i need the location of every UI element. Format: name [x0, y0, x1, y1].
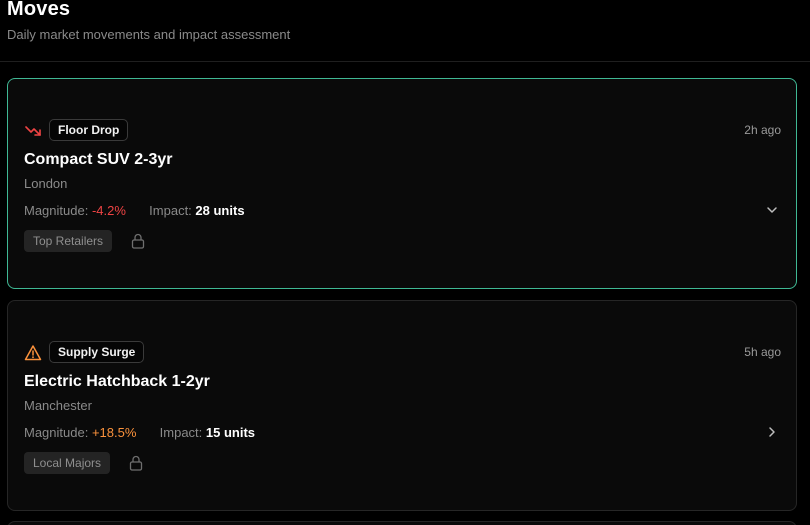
impact-label: Impact:	[149, 203, 192, 218]
move-timestamp: 2h ago	[744, 123, 781, 137]
magnitude-value: +18.5%	[91, 425, 137, 440]
magnitude-value: -4.2%	[91, 203, 126, 218]
move-location: Manchester	[24, 398, 92, 413]
warning-triangle-icon	[24, 345, 42, 361]
lock-icon	[129, 455, 143, 471]
impact-value: 15 units	[205, 425, 256, 440]
move-timestamp: 5h ago	[744, 345, 781, 359]
move-location: London	[24, 176, 68, 191]
move-card[interactable]: Floor Drop 2h ago Compact SUV 2-3yr Lond…	[7, 78, 797, 289]
move-segment-name: Compact SUV 2-3yr	[24, 151, 173, 168]
retailer-tag: Top Retailers	[24, 230, 113, 252]
chevron-down-icon[interactable]	[765, 203, 779, 217]
page-subtitle: Daily market movements and impact assess…	[7, 27, 291, 42]
move-type-badge: Floor Drop	[49, 119, 129, 141]
move-type-badge: Supply Surge	[49, 341, 145, 363]
move-card[interactable]	[7, 521, 797, 525]
move-metrics: Magnitude: -4.2% Impact: 28 units	[24, 203, 245, 218]
move-metrics: Magnitude: +18.5% Impact: 15 units	[24, 425, 255, 440]
chevron-right-icon[interactable]	[765, 425, 779, 439]
move-card[interactable]: Supply Surge 5h ago Electric Hatchback 1…	[7, 300, 797, 511]
trending-down-icon	[25, 126, 41, 136]
retailer-tag: Local Majors	[24, 452, 111, 474]
magnitude-label: Magnitude:	[24, 203, 89, 218]
moves-page: Moves Daily market movements and impact …	[0, 0, 810, 525]
impact-label: Impact:	[159, 425, 203, 440]
move-segment-name: Electric Hatchback 1-2yr	[24, 373, 210, 390]
magnitude-label: Magnitude:	[24, 425, 89, 440]
page-title: Moves	[7, 0, 71, 20]
page-header: Moves Daily market movements and impact …	[0, 0, 810, 62]
lock-icon	[131, 233, 145, 249]
impact-value: 28 units	[195, 203, 245, 218]
